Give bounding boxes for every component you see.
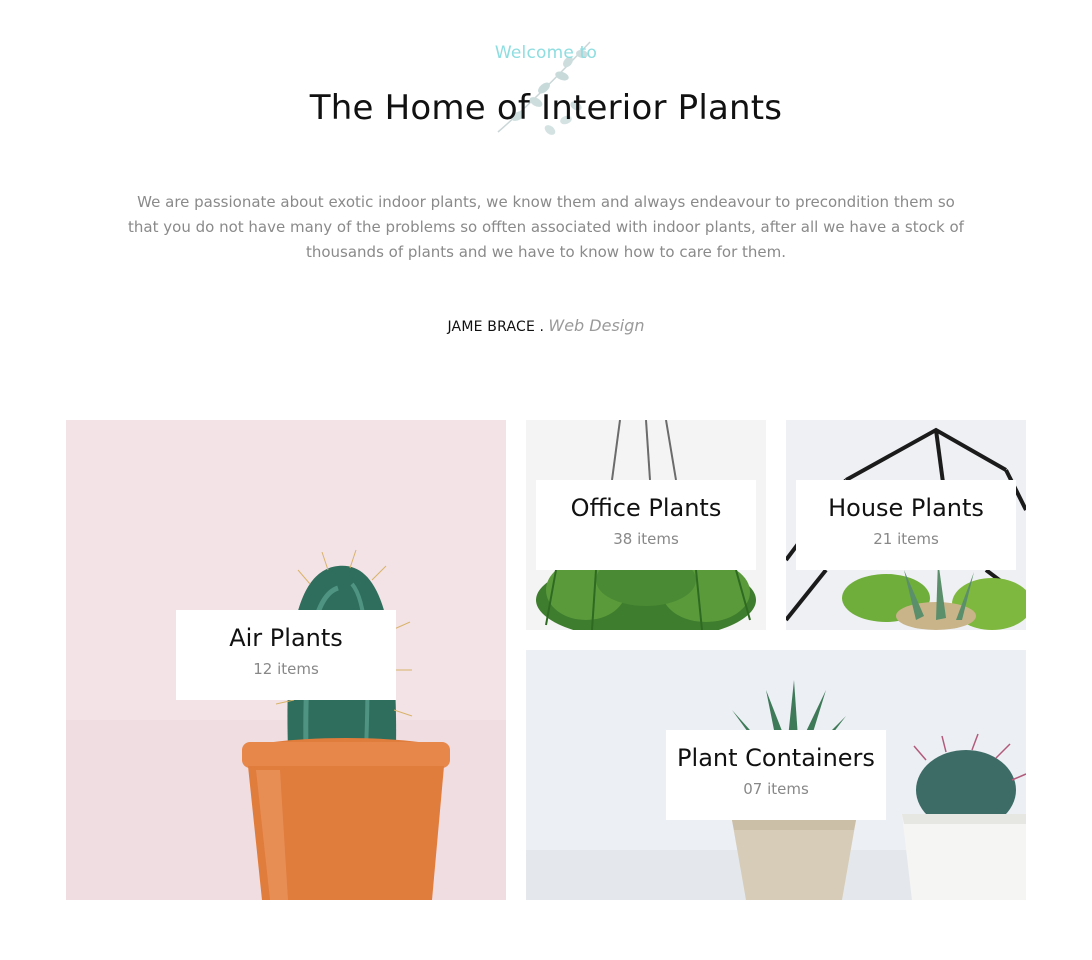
welcome-eyebrow: Welcome to (494, 43, 598, 63)
byline: JAME BRACE . Web Design (0, 316, 1092, 335)
category-tile-air-plants[interactable]: Air Plants 12 items (66, 420, 506, 900)
category-name: Office Plants (570, 494, 722, 522)
author-role: Web Design (548, 316, 645, 335)
category-label: Plant Containers 07 items (666, 730, 886, 820)
category-name: Air Plants (229, 624, 343, 652)
category-count: 38 items (613, 530, 679, 548)
category-count: 12 items (253, 660, 319, 678)
category-label: Air Plants 12 items (176, 610, 396, 700)
intro-description: We are passionate about exotic indoor pl… (128, 193, 964, 261)
author-name: JAME BRACE (447, 319, 536, 335)
category-count: 07 items (743, 780, 809, 798)
category-name: Plant Containers (677, 744, 875, 772)
category-name: House Plants (828, 494, 984, 522)
category-label: Office Plants 38 items (536, 480, 756, 570)
category-tile-house-plants[interactable]: House Plants 21 items (786, 420, 1026, 630)
byline-separator: . (539, 319, 544, 335)
category-tile-office-plants[interactable]: Office Plants 38 items (526, 420, 766, 630)
category-label: House Plants 21 items (796, 480, 1016, 570)
category-count: 21 items (873, 530, 939, 548)
page-title: The Home of Interior Plants (309, 88, 783, 128)
intro-section: Welcome to The Home of Interior Plants W… (0, 0, 1092, 380)
category-tile-plant-containers[interactable]: Plant Containers 07 items (526, 650, 1026, 900)
